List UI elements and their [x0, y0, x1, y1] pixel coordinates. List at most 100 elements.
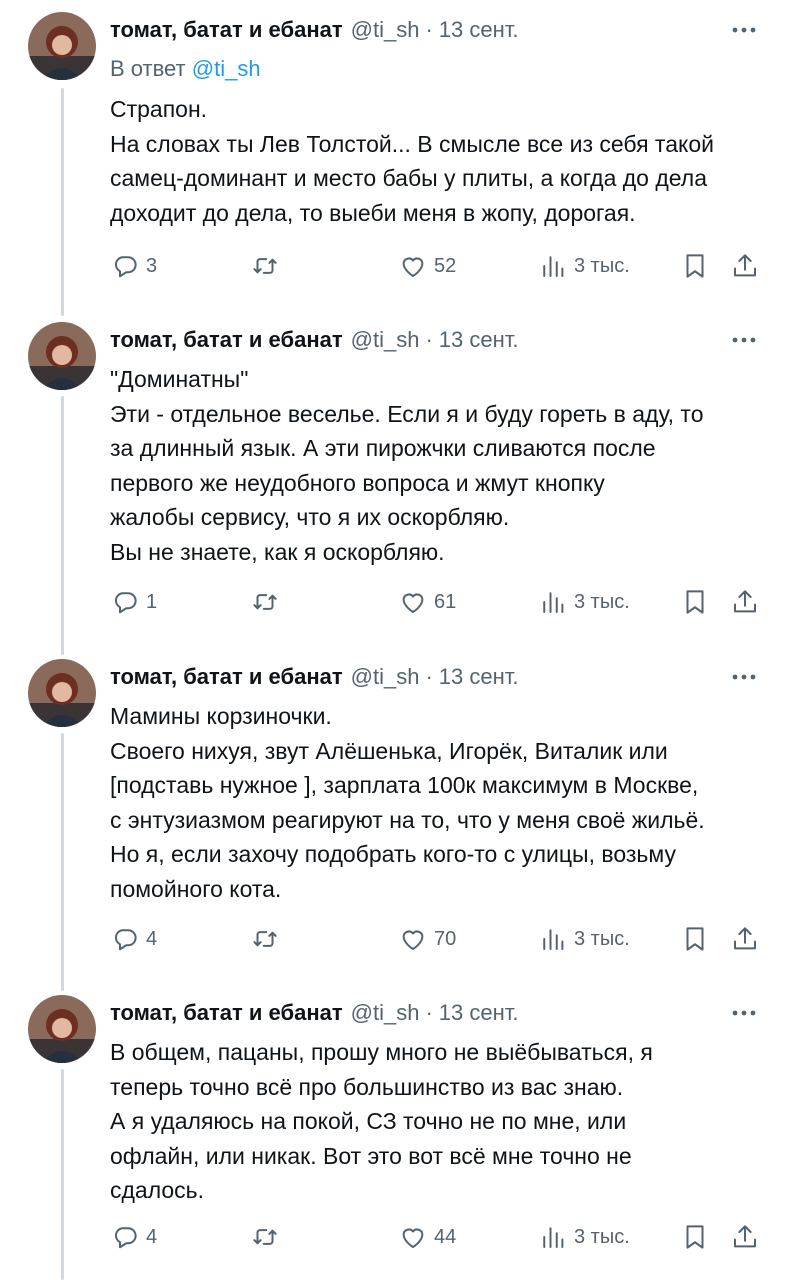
like-button[interactable]: 44 [398, 1219, 456, 1255]
reply-button[interactable]: 4 [110, 921, 157, 957]
tweet-text-line: Мамины корзиночки. [110, 703, 332, 729]
reply-count: 4 [146, 1225, 158, 1248]
tweet-text-line: Вы не знаете, как я оскорбляю. [110, 538, 445, 565]
tweet-text-line: теперь точно всё про большинство из вас … [110, 1073, 624, 1100]
share-icon [730, 1222, 760, 1252]
like-count: 52 [434, 254, 457, 277]
reply-button[interactable]: 1 [110, 584, 157, 620]
views-button[interactable]: 3 тыс. [538, 584, 630, 620]
tweet-text-line: А я удаляюсь на покой, СЗ точно не по мн… [110, 1108, 627, 1134]
like-button[interactable]: 61 [398, 584, 456, 620]
like-count: 61 [434, 590, 457, 613]
avatar[interactable] [28, 12, 96, 80]
tweet-actions: 4 44 3 тыс. [110, 1219, 770, 1255]
tweet-time[interactable]: 13 сент. [439, 664, 519, 690]
tweet-text-line: "Доминатны" [110, 366, 249, 392]
separator-dot: · [425, 17, 433, 42]
tweet[interactable]: томат, батат и ебанат @ti_sh · 13 сент. … [0, 991, 788, 1280]
more-icon[interactable] [730, 326, 758, 354]
like-icon [398, 1222, 428, 1252]
retweet-icon [250, 1222, 280, 1252]
tweet-text-line: помойного кота. [110, 875, 282, 902]
tweet[interactable]: томат, батат и ебанат @ti_sh · 13 сент. … [0, 320, 788, 655]
tweet-thread: томат, батат и ебанат @ti_sh · 13 сент. … [0, 0, 788, 1280]
reply-count: 1 [146, 590, 158, 613]
views-count: 3 тыс. [574, 254, 630, 277]
retweet-button[interactable] [250, 921, 286, 957]
author-handle[interactable]: @ti_sh [351, 17, 420, 43]
author-name[interactable]: томат, батат и ебанат [110, 1000, 343, 1026]
reply-button[interactable]: 3 [110, 248, 157, 284]
reply-to-label: В ответ [110, 56, 186, 81]
bookmark-button[interactable] [680, 921, 710, 957]
tweet-text-line: Эти - отдельное веселье. Если я и буду г… [110, 400, 704, 427]
tweet-time[interactable]: 13 сент. [439, 1000, 519, 1026]
tweet-text-line: Но я, если захочу подобрать кого-то с ул… [110, 841, 676, 867]
tweet-actions: 4 70 3 тыс. [110, 921, 770, 957]
tweet-text-line: На словах ты Лев Толстой... В смысле все… [110, 130, 714, 157]
avatar[interactable] [28, 659, 96, 727]
bookmark-icon [680, 587, 710, 617]
author-name[interactable]: томат, батат и ебанат [110, 17, 343, 43]
more-icon[interactable] [730, 16, 758, 44]
retweet-button[interactable] [250, 1219, 286, 1255]
thread-line [61, 396, 64, 655]
author-handle[interactable]: @ti_sh [351, 1000, 420, 1026]
avatar[interactable] [28, 995, 96, 1063]
more-icon[interactable] [730, 663, 758, 691]
views-icon [538, 587, 568, 617]
tweet-time[interactable]: 13 сент. [439, 327, 519, 353]
views-button[interactable]: 3 тыс. [538, 921, 630, 957]
retweet-button[interactable] [250, 584, 286, 620]
reply-to: В ответ @ti_sh [110, 56, 261, 82]
bookmark-button[interactable] [680, 1219, 710, 1255]
like-button[interactable]: 52 [398, 248, 456, 284]
bookmark-icon [680, 924, 710, 954]
like-button[interactable]: 70 [398, 921, 456, 957]
tweet-text-line: В общем, пацаны, прошу много не выёбыват… [110, 1039, 653, 1065]
share-button[interactable] [730, 1219, 760, 1255]
retweet-icon [250, 251, 280, 281]
reply-to-mention[interactable]: @ti_sh [192, 56, 261, 81]
like-icon [398, 587, 428, 617]
tweet-text-line: жалобы сервису, что я их оскорбляю. [110, 504, 510, 530]
tweet[interactable]: томат, батат и ебанат @ti_sh · 13 сент. … [0, 0, 788, 320]
views-count: 3 тыс. [574, 590, 630, 613]
like-count: 44 [434, 1225, 457, 1248]
retweet-button[interactable] [250, 248, 286, 284]
share-button[interactable] [730, 248, 760, 284]
share-button[interactable] [730, 584, 760, 620]
bookmark-icon [680, 251, 710, 281]
bookmark-button[interactable] [680, 248, 710, 284]
thread-line [61, 1069, 64, 1280]
reply-icon [110, 1222, 140, 1252]
views-icon [538, 1222, 568, 1252]
separator-dot: · [425, 327, 433, 352]
tweet-text-line: за длинный язык. А эти пирожчки сливаютс… [110, 435, 656, 461]
author-name[interactable]: томат, батат и ебанат [110, 327, 343, 353]
views-button[interactable]: 3 тыс. [538, 248, 630, 284]
retweet-icon [250, 587, 280, 617]
tweet-text-line: доходит до дела, то выеби меня в жопу, д… [110, 199, 636, 226]
tweet-actions: 1 61 3 тыс. [110, 584, 770, 620]
reply-button[interactable]: 4 [110, 1219, 157, 1255]
separator-dot: · [425, 1000, 433, 1025]
share-button[interactable] [730, 921, 760, 957]
more-icon[interactable] [730, 999, 758, 1027]
bookmark-button[interactable] [680, 584, 710, 620]
tweet-actions: 3 52 3 тыс. [110, 248, 770, 284]
tweet-text: Мамины корзиночки. Своего нихуя, звут Ал… [110, 699, 770, 906]
tweet-text-line: первого же неудобного вопроса и жмут кно… [110, 469, 605, 496]
thread-line [61, 733, 64, 991]
tweet-text-line: самец-доминант и место бабы у плиты, а к… [110, 165, 708, 191]
tweet[interactable]: томат, батат и ебанат @ti_sh · 13 сент. … [0, 655, 788, 991]
like-icon [398, 251, 428, 281]
share-icon [730, 251, 760, 281]
views-button[interactable]: 3 тыс. [538, 1219, 630, 1255]
avatar[interactable] [28, 322, 96, 390]
author-name[interactable]: томат, батат и ебанат [110, 664, 343, 690]
author-handle[interactable]: @ti_sh [351, 664, 420, 690]
author-handle[interactable]: @ti_sh [351, 327, 420, 353]
reply-count: 4 [146, 927, 158, 950]
tweet-time[interactable]: 13 сент. [439, 17, 519, 43]
